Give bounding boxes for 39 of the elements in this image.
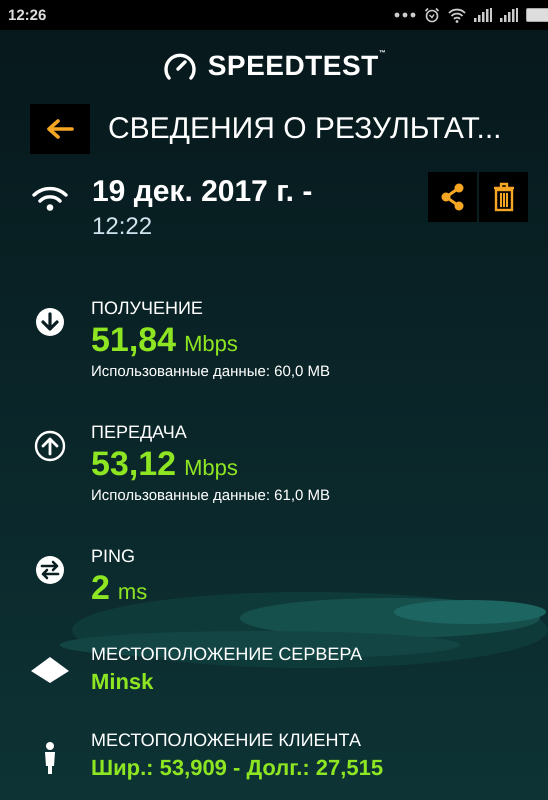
used-data-text: Использованные данные: 61,0 MB (91, 486, 330, 506)
used-data-text: Использованные данные: 60,0 MB (91, 362, 330, 382)
section-label: PING (91, 545, 136, 568)
alarm-icon (424, 7, 440, 23)
person-icon (42, 742, 56, 774)
section-label: МЕСТОПОЛОЖЕНИЕ КЛИЕНТА (91, 729, 362, 752)
more-icon (394, 11, 416, 19)
result-time: 12:22 (92, 212, 154, 242)
signal-icon (500, 8, 518, 22)
speedometer-icon (162, 51, 198, 81)
unit-label: ms (118, 579, 148, 605)
wifi-icon (448, 8, 466, 22)
back-button[interactable] (30, 104, 90, 154)
unit-label: Mbps (184, 455, 238, 481)
download-icon (34, 306, 66, 338)
share-icon (440, 183, 466, 211)
section-label: ПЕРЕДАЧА (91, 421, 188, 444)
speed-value: 2 (91, 568, 110, 608)
wifi-icon (32, 186, 68, 212)
speed-value: 51,84 (91, 320, 176, 360)
result-date: 19 дек. 2017 г. - (92, 174, 312, 210)
trash-icon (492, 182, 514, 212)
location-value: Шир.: 53,909 - Долг.: 27,515 (91, 754, 384, 782)
battery-icon (526, 8, 548, 22)
section-label: ПОЛУЧЕНИЕ (91, 297, 204, 320)
share-button[interactable] (428, 172, 477, 222)
ping-icon (34, 554, 66, 586)
section-label: МЕСТОПОЛОЖЕНИЕ СЕРВЕРА (91, 643, 362, 666)
back-arrow-icon (45, 118, 75, 140)
page-title: СВЕДЕНИЯ О РЕЗУЛЬТАТ... (108, 112, 502, 146)
pyramid-icon (30, 656, 70, 684)
delete-button[interactable] (479, 172, 528, 222)
status-time: 12:26 (8, 6, 46, 24)
speedtest-logo: SPEEDTEST$^{™}$ (208, 50, 386, 82)
upload-icon (34, 430, 66, 462)
signal-icon (474, 8, 492, 22)
speed-value: 53,12 (91, 444, 176, 484)
location-value: Minsk (91, 668, 154, 696)
unit-label: Mbps (184, 331, 238, 357)
